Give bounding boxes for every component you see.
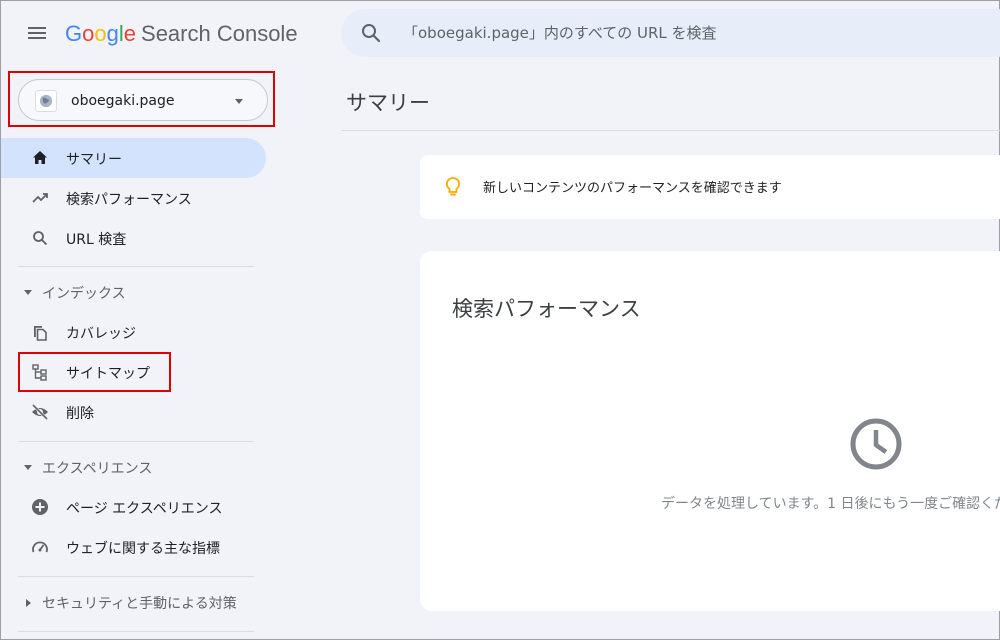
home-icon	[33, 151, 47, 164]
sidebar-section-label: エクスペリエンス	[42, 461, 153, 477]
logo-letter: G	[65, 21, 83, 46]
logo-letter: g	[106, 21, 119, 46]
search-icon	[33, 231, 48, 246]
logo-letter: o	[94, 21, 107, 46]
sidebar-item-label: 検索パフォーマンス	[66, 192, 192, 208]
search-performance-card: 検索パフォーマンス データを処理しています。1 日後にもう一度ご確認ください。	[420, 251, 1000, 611]
sidebar-section-label: インデックス	[42, 286, 126, 302]
trending-up-icon	[32, 193, 48, 203]
sidebar-divider	[18, 576, 254, 577]
title-divider	[341, 130, 1000, 131]
sidebar-divider	[18, 441, 254, 442]
sidebar-item-summary[interactable]: サマリー	[1, 138, 266, 178]
sidebar-section-experience[interactable]: エクスペリエンス	[1, 447, 266, 487]
property-name: oboegaki.page	[71, 93, 175, 109]
sidebar-item-label: ウェブに関する主な指標	[66, 541, 220, 557]
property-favicon	[35, 90, 57, 112]
search-console-logo[interactable]: Google Search Console	[65, 21, 298, 47]
dropdown-arrow-icon	[235, 99, 243, 104]
globe-icon	[39, 94, 53, 108]
card-title: 検索パフォーマンス	[452, 297, 641, 321]
sidebar-section-security[interactable]: セキュリティと手動による対策	[1, 582, 266, 622]
caret-down-icon	[24, 290, 32, 295]
speed-gauge-icon	[32, 541, 48, 553]
sidebar-item-sitemap[interactable]: サイトマップ	[1, 352, 266, 392]
sidebar-section-index[interactable]: インデックス	[1, 272, 266, 312]
sidebar-item-label: サマリー	[66, 152, 122, 168]
clock-icon	[850, 418, 902, 470]
sitemap-icon	[32, 364, 47, 381]
product-name: Search Console	[141, 21, 298, 46]
sidebar-divider	[18, 631, 254, 632]
logo-letter: o	[82, 21, 95, 46]
logo-letter: e	[123, 21, 137, 46]
add-circle-icon	[32, 499, 48, 515]
search-icon[interactable]	[359, 21, 383, 45]
tip-card[interactable]: 新しいコンテンツのパフォーマンスを確認できます	[420, 155, 1000, 219]
eye-off-icon	[31, 403, 49, 421]
property-selector[interactable]: oboegaki.page	[18, 79, 268, 121]
caret-right-icon	[26, 599, 31, 607]
sidebar-item-coverage[interactable]: カバレッジ	[1, 312, 266, 352]
url-inspection-search[interactable]	[341, 9, 1000, 57]
sidebar-item-label: ページ エクスペリエンス	[66, 501, 223, 517]
search-input[interactable]	[403, 21, 963, 45]
sidebar-item-url-inspection[interactable]: URL 検査	[1, 218, 266, 258]
sidebar-divider	[18, 266, 254, 267]
sidebar-item-core-web-vitals[interactable]: ウェブに関する主な指標	[1, 527, 266, 567]
app-header: Google Search Console	[1, 1, 1000, 69]
caret-down-icon	[24, 465, 32, 470]
sidebar-item-label: サイトマップ	[66, 366, 150, 382]
sidebar-item-label: カバレッジ	[66, 326, 136, 342]
sidebar-item-removals[interactable]: 削除	[1, 392, 266, 432]
page-title: サマリー	[346, 91, 430, 115]
sidebar-item-label: 削除	[66, 406, 94, 422]
processing-status-text: データを処理しています。1 日後にもう一度ご確認ください。	[661, 496, 1000, 512]
copy-icon	[34, 326, 47, 341]
sidebar-item-search-performance[interactable]: 検索パフォーマンス	[1, 178, 266, 218]
sidebar-section-label: セキュリティと手動による対策	[42, 596, 237, 612]
tip-text: 新しいコンテンツのパフォーマンスを確認できます	[483, 181, 782, 196]
lightbulb-icon	[445, 177, 461, 196]
sidebar-item-label: URL 検査	[66, 232, 127, 248]
hamburger-menu-icon[interactable]	[25, 21, 49, 45]
sidebar-item-page-experience[interactable]: ページ エクスペリエンス	[1, 487, 266, 527]
